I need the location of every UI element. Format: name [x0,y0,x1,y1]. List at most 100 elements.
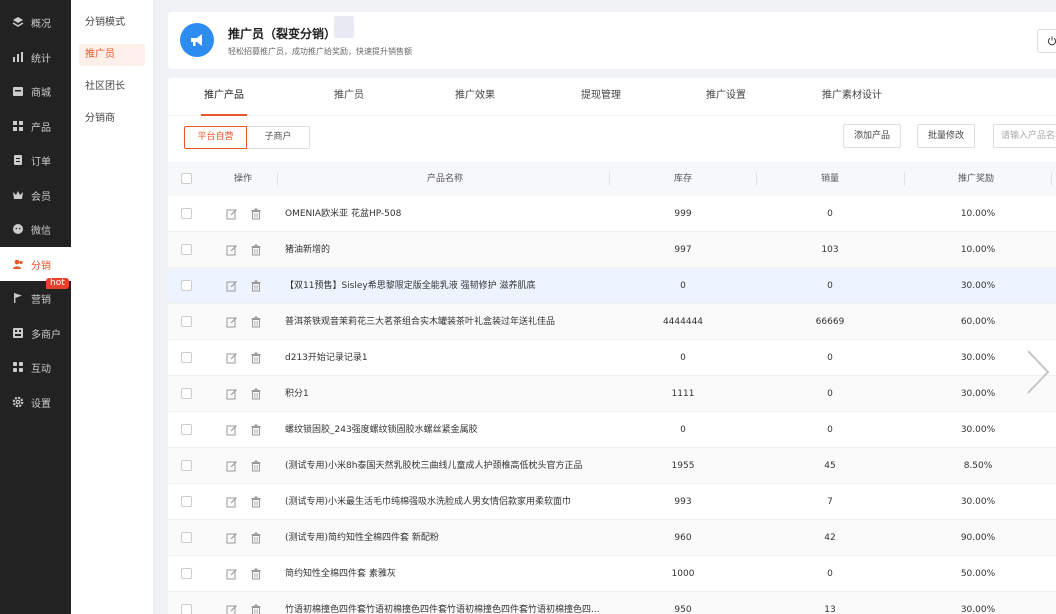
row-checkbox[interactable] [181,316,192,327]
trash-icon[interactable] [250,316,262,328]
reward-value: 10.00% [960,209,996,219]
nav-label: 分销 [31,260,51,272]
edit-icon[interactable] [226,532,238,544]
chevron-right-icon[interactable] [1024,348,1052,396]
trash-icon[interactable] [250,424,262,436]
add-product-button[interactable]: 添加产品 [843,124,902,148]
stock-value: 1955 [671,461,695,471]
edit-icon[interactable] [226,352,238,364]
row-checkbox[interactable] [181,424,192,435]
table-row: (测试专用)小米8h泰国天然乳胶枕三曲线儿童成人护颈椎高低枕头官方正品 1955 4… [168,448,1056,484]
table-row: 竹语初棉撞色四件套竹语初棉撞色四件套竹语初棉撞色四件套竹语初棉撞色四... 950… [168,592,1056,614]
product-name: d213开始记录记录1 [285,353,368,363]
edit-icon[interactable] [226,280,238,292]
col-stock: 库存 [674,174,693,184]
col-divider [277,172,278,186]
segment-sub-merchant[interactable]: 子商户 [247,126,310,149]
table-row: 猪油新增的 997 103 10.00% [168,232,1056,268]
edit-icon[interactable] [226,424,238,436]
edit-icon[interactable] [226,316,238,328]
table-row: OMENIA欧米亚 花盆HP-508 999 0 10.00% [168,196,1056,232]
edit-icon[interactable] [226,244,238,256]
tab-material-design[interactable]: 推广素材设计 [822,78,882,116]
nav-label: 产品 [31,122,51,134]
edit-icon[interactable] [226,568,238,580]
product-name: (测试专用)小米最生活毛巾纯棉强吸水洗脸成人男女情侣款家用柔软面巾 [285,497,572,507]
col-divider [756,172,757,186]
edit-icon[interactable] [226,496,238,508]
row-checkbox[interactable] [181,532,192,543]
sales-value: 13 [824,605,836,614]
sales-value: 0 [827,389,833,399]
nav-item-wechat[interactable]: 微信 [0,212,71,246]
nav-label: 统计 [31,53,51,65]
flag-icon [12,292,24,304]
sub-item-distribution-mode[interactable]: 分销模式 [79,12,145,34]
trash-icon[interactable] [250,388,262,400]
sub-item-community-leader[interactable]: 社区团长 [79,76,145,98]
row-checkbox[interactable] [181,280,192,291]
nav-label: 多商户 [31,329,61,341]
edit-icon[interactable] [226,208,238,220]
nav-item-stats[interactable]: 统计 [0,40,71,74]
nav-item-interaction[interactable]: 互动 [0,350,71,384]
nav-label: 会员 [31,191,51,203]
row-checkbox[interactable] [181,460,192,471]
page-title: 推广员（裂变分销） [228,27,337,41]
segment-self-operated[interactable]: 平台自营 [184,126,247,149]
nav-label: 微信 [31,225,51,237]
sales-value: 7 [827,497,833,507]
trash-icon[interactable] [250,568,262,580]
product-name: (测试专用)简约知性全棉四件套 新配粉 [285,533,439,543]
tab-promoted-products[interactable]: 推广产品 [201,78,247,116]
trash-icon[interactable] [250,496,262,508]
trash-icon[interactable] [250,244,262,256]
nav-label: 互动 [31,363,51,375]
sub-item-promoter[interactable]: 推广员 [79,44,145,66]
power-button[interactable] [1037,29,1056,53]
sales-value: 0 [827,209,833,219]
edit-icon[interactable] [226,388,238,400]
trash-icon[interactable] [250,352,262,364]
nav-item-settings[interactable]: 设置 [0,385,71,419]
row-checkbox[interactable] [181,244,192,255]
reward-value: 30.00% [960,389,996,399]
reward-value: 30.00% [960,281,996,291]
trash-icon[interactable] [250,604,262,614]
tab-promoters[interactable]: 推广员 [334,78,364,116]
main-content: 推广产品 推广员 推广效果 提现管理 推广设置 推广素材设计 平台自营 子商户 … [168,78,1056,614]
nav-item-member[interactable]: 会员 [0,178,71,212]
reward-value: 30.00% [960,353,996,363]
edit-icon[interactable] [226,460,238,472]
nav-item-overview[interactable]: 概况 [0,5,71,39]
row-checkbox[interactable] [181,352,192,363]
product-name: OMENIA欧米亚 花盆HP-508 [285,209,402,219]
nav-item-distribution[interactable]: 分销 [0,247,71,281]
tab-withdraw[interactable]: 提现管理 [581,78,621,116]
row-checkbox[interactable] [181,388,192,399]
trash-icon[interactable] [250,532,262,544]
tab-promotion-settings[interactable]: 推广设置 [706,78,746,116]
trash-icon[interactable] [250,460,262,472]
tab-promotion-effect[interactable]: 推广效果 [455,78,495,116]
nav-item-multi-merchant[interactable]: 多商户 [0,316,71,350]
row-checkbox[interactable] [181,208,192,219]
select-all-checkbox[interactable] [181,173,192,184]
product-name: 简约知性全棉四件套 素雅灰 [285,569,396,579]
batch-edit-button[interactable]: 批量修改 [917,124,976,148]
trash-icon[interactable] [250,208,262,220]
reward-value: 30.00% [960,425,996,435]
row-checkbox[interactable] [181,604,192,614]
trash-icon[interactable] [250,280,262,292]
sales-value: 0 [827,281,833,291]
product-search-input[interactable] [993,124,1056,148]
nav-item-order[interactable]: 订单 [0,143,71,177]
nav-item-product[interactable]: 产品 [0,109,71,143]
hot-badge: hot [46,278,69,289]
product-name: 【双11预售】Sisley希思黎限定版全能乳液 强韧修护 滋养肌底 [285,281,536,291]
row-checkbox[interactable] [181,568,192,579]
row-checkbox[interactable] [181,496,192,507]
edit-icon[interactable] [226,604,238,614]
nav-item-mall[interactable]: 商城 [0,74,71,108]
sub-item-distributor[interactable]: 分销商 [79,108,145,130]
